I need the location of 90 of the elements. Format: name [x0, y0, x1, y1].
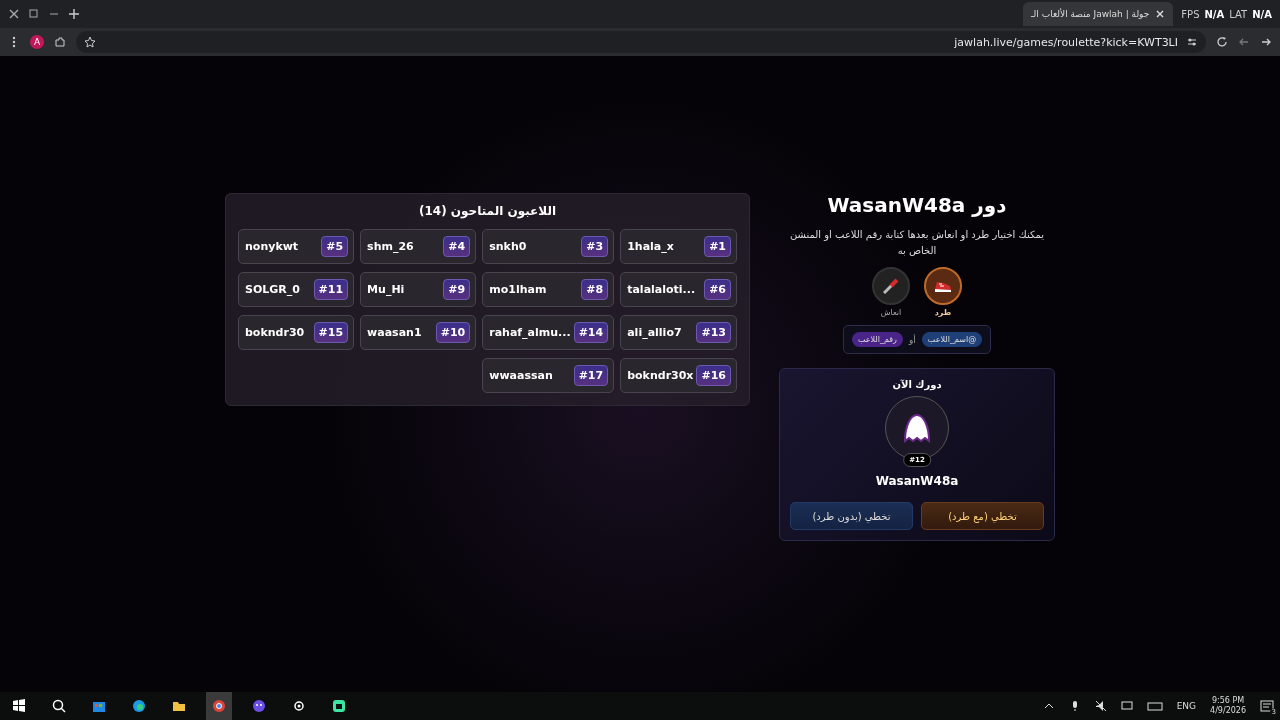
folder-icon [172, 699, 186, 713]
player-card[interactable]: snkh0 #3 [482, 229, 615, 264]
overlay-text: N/A [1252, 8, 1272, 20]
browser-tab[interactable]: جولة | Jawlah منصة الألعاب الـ [1023, 2, 1174, 26]
player-number-badge: #14 [573, 322, 609, 343]
player-card[interactable]: shm_26 #4 [360, 229, 477, 264]
skip-button[interactable]: تخطي (بدون طرد) [790, 502, 913, 530]
overlay-text: N/A [1204, 8, 1225, 20]
player-number-badge: #5 [321, 236, 349, 257]
player-card[interactable]: ali_allio7 #13 [620, 315, 737, 350]
player-name: rahaf_almu... [489, 326, 571, 339]
game-app-icon [332, 699, 346, 713]
player-name: WasanW48a [875, 474, 959, 488]
player-number-badge: #1 [704, 236, 731, 257]
overlay-text: LAT [1229, 8, 1248, 20]
player-name: snkh0 [489, 240, 527, 253]
separator-text: أو [908, 334, 916, 345]
close-icon [8, 8, 20, 20]
syringe-icon [883, 278, 899, 294]
forward-arrow-icon [1260, 36, 1272, 48]
address-bar[interactable]: jawlah.live/games/roulette?kick=KWT3LI [76, 31, 1206, 53]
tab-title: جولة | Jawlah منصة الألعاب الـ [1031, 9, 1150, 19]
star-icon [84, 36, 96, 48]
keyboard-icon [1146, 700, 1163, 712]
store-icon [92, 699, 106, 713]
player-card[interactable]: wwaassan #17 [482, 358, 615, 393]
player-number-badge: #8 [581, 279, 609, 300]
close-icon [1155, 9, 1166, 19]
player-card[interactable]: talalaloti... #6 [620, 272, 737, 307]
turn-title: دور WasanW48a [827, 193, 1007, 217]
player-card[interactable]: rahaf_almu... #14 [482, 315, 615, 350]
overlay-text: FPS [1181, 8, 1200, 20]
hint-tag: @اسم_اللاعب [921, 332, 983, 347]
browser-icon [132, 699, 146, 713]
player-card[interactable]: bokndr30x #16 [620, 358, 737, 393]
player-number-badge: #11 [313, 279, 349, 300]
player-card[interactable]: mo1lham #8 [482, 272, 615, 307]
player-name: mo1lham [489, 283, 547, 296]
player-name: waasan1 [367, 326, 422, 339]
card-heading: دورك الآن [892, 379, 942, 390]
back-arrow-icon [1238, 36, 1250, 48]
search-icon [52, 699, 66, 713]
player-card[interactable]: SOLGR_0 #11 [238, 272, 355, 307]
chat-app-icon [252, 699, 266, 713]
player-number-badge: #16 [696, 365, 731, 386]
player-name: 1hala_x [627, 240, 674, 253]
player-card[interactable]: nonykwt #5 [238, 229, 355, 264]
restore-icon [28, 8, 40, 20]
player-card[interactable]: waasan1 #10 [360, 315, 477, 350]
player-number-badge: #6 [704, 279, 731, 300]
shoe-icon [935, 280, 951, 292]
player-name: nonykwt [245, 240, 299, 253]
player-name: ali_allio7 [627, 326, 682, 339]
windows-start-icon [12, 699, 26, 713]
player-card[interactable]: 1hala_x #1 [620, 229, 737, 264]
player-number-badge: #10 [435, 322, 471, 343]
player-number-badge: #3 [581, 236, 609, 257]
panel-title: اللاعبون المتاحون (14) [417, 204, 558, 218]
action-label: انعاش [880, 308, 902, 317]
date-text: 4/9/2026 [1210, 706, 1246, 716]
player-name: wwaassan [489, 369, 553, 382]
new-tab-icon [68, 8, 80, 20]
skip-with-kick-button[interactable]: تخطي (مع طرد) [921, 502, 1044, 530]
player-number-badge: #15 [313, 322, 349, 343]
player-name: SOLGR_0 [245, 283, 300, 296]
gear-icon [292, 699, 306, 713]
site-settings-icon [1186, 36, 1198, 48]
instructions-text: يمكنك اختيار طرد او انعاش بعدها كتابة رقم اللاعب او المنشن الخاص به [788, 228, 1046, 258]
player-card[interactable]: bokndr30 #15 [238, 315, 355, 350]
player-name: Mu_Hi [367, 283, 405, 296]
time-text: 9:56 PM [1211, 696, 1245, 706]
player-card[interactable]: Mu_Hi #9 [360, 272, 477, 307]
notification-icon [1260, 700, 1274, 712]
action-label: طرد [934, 308, 952, 317]
player-name: bokndr30 [245, 326, 305, 339]
player-number-badge: #13 [696, 322, 731, 343]
language-indicator[interactable]: ENG [1176, 701, 1197, 711]
chrome-icon [212, 699, 226, 713]
player-name: bokndr30x [627, 369, 694, 382]
hint-tag: رقم_اللاعب [851, 332, 903, 347]
url-text: jawlah.live/games/roulette?kick=KWT3LI [954, 35, 1178, 49]
profile-avatar[interactable]: A [30, 35, 44, 49]
clock[interactable]: 9:56 PM 4/9/2026 [1210, 696, 1246, 716]
speaker-muted-icon [1094, 700, 1107, 712]
player-number-badge: #17 [573, 365, 609, 386]
reload-icon [1216, 36, 1228, 48]
player-name: shm_26 [367, 240, 414, 253]
player-number-badge: #4 [443, 236, 471, 257]
player-name: talalaloti... [627, 283, 696, 296]
player-number-badge: #9 [443, 279, 471, 300]
